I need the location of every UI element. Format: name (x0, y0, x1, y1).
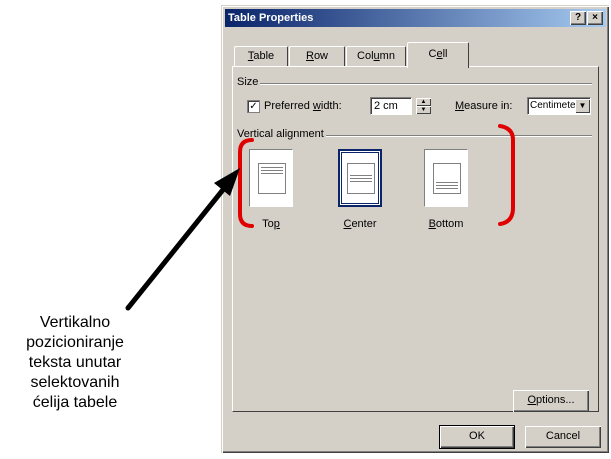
arrow-head-icon (214, 168, 240, 196)
annotation-overlay (125, 124, 515, 311)
right-red-bracket (498, 124, 515, 226)
left-red-bracket (238, 138, 254, 228)
arrow-shaft (125, 183, 229, 311)
